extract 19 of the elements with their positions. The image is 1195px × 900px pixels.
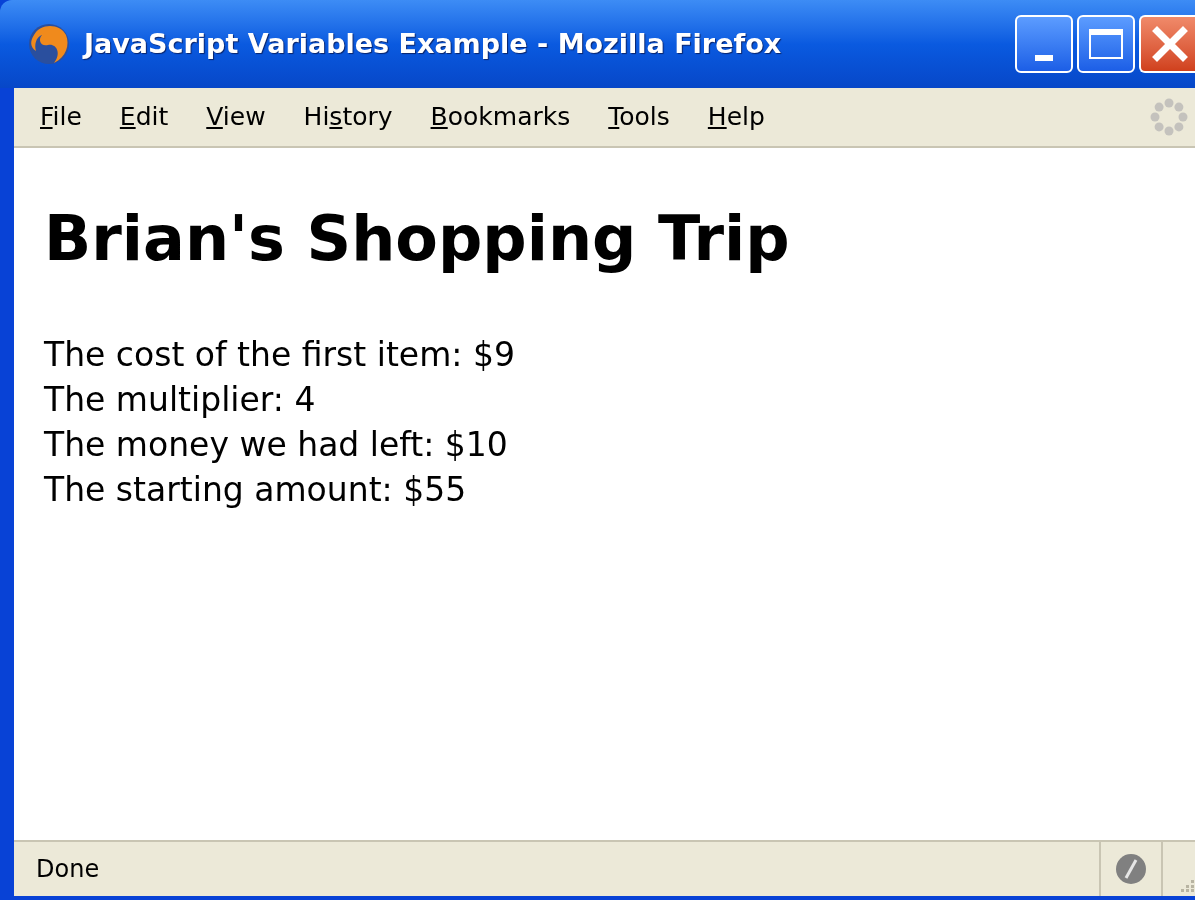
menu-item[interactable]: History bbox=[303, 98, 393, 136]
output-line: The money we had left: $10 bbox=[44, 424, 509, 466]
output-line: The starting amount: $55 bbox=[44, 469, 468, 511]
window-title: JavaScript Variables Example - Mozilla Firefox bbox=[84, 26, 782, 61]
menu-item[interactable]: View bbox=[206, 98, 266, 136]
menu-item[interactable]: Tools bbox=[608, 98, 670, 136]
maximize-button[interactable] bbox=[1077, 15, 1135, 73]
menu-item[interactable]: Edit bbox=[119, 98, 169, 136]
security-icon bbox=[1115, 853, 1147, 885]
output-line: The multiplier: 4 bbox=[44, 379, 317, 421]
status-text: Done bbox=[36, 854, 100, 885]
browser-logo-icon bbox=[26, 21, 72, 67]
menu-item[interactable]: Help bbox=[707, 98, 765, 136]
output-line: The cost of the first item: $9 bbox=[44, 334, 516, 376]
minimize-button[interactable] bbox=[1015, 15, 1073, 73]
close-button[interactable] bbox=[1139, 15, 1195, 73]
throbber-icon bbox=[1149, 97, 1189, 137]
menu-item[interactable]: Bookmarks bbox=[430, 98, 571, 136]
menu-item[interactable]: File bbox=[40, 98, 82, 136]
